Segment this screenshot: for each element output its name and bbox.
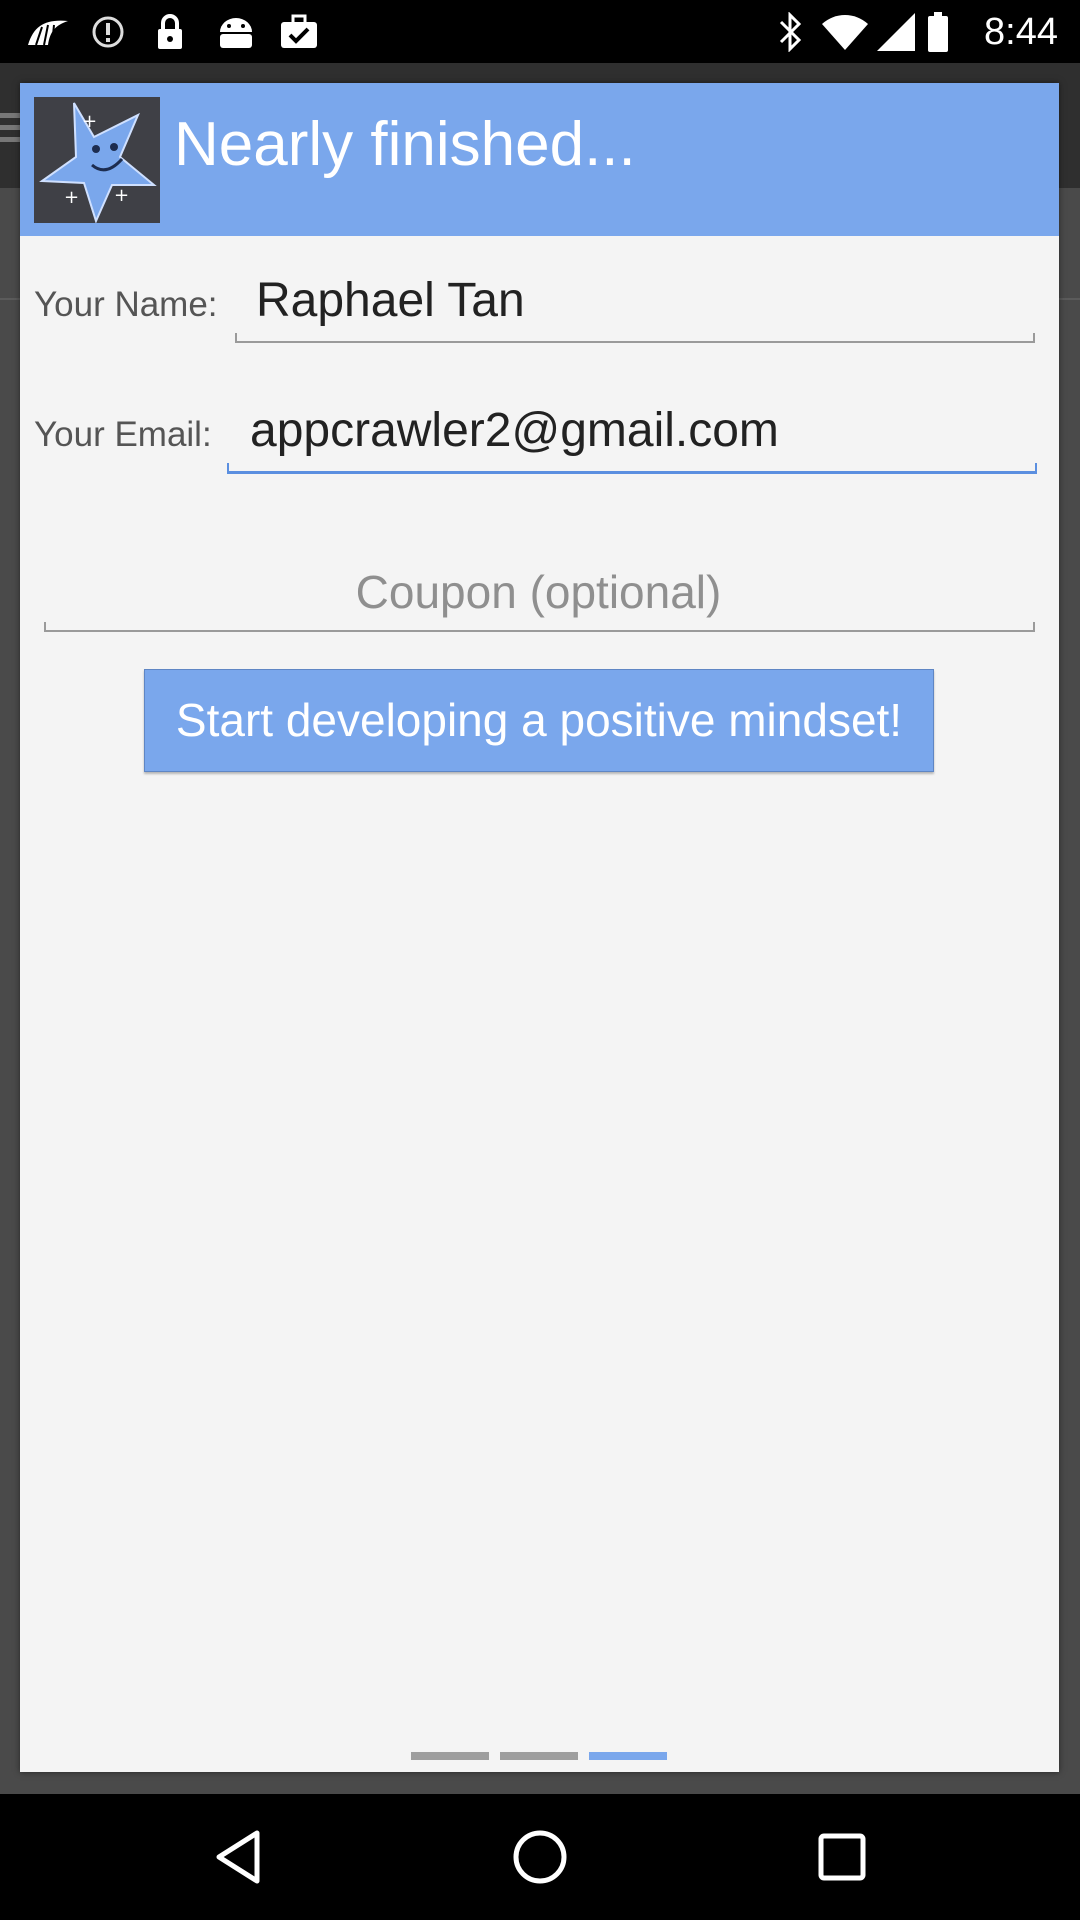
dialog-title: Nearly finished... bbox=[174, 110, 636, 179]
page-indicator-3 bbox=[589, 1752, 667, 1760]
sync-icon bbox=[88, 12, 128, 52]
navigation-bar bbox=[0, 1794, 1080, 1920]
android-icon bbox=[214, 12, 258, 52]
start-button[interactable]: Start developing a positive mindset! bbox=[144, 669, 934, 772]
page-indicator-2 bbox=[500, 1752, 578, 1760]
name-label: Your Name: bbox=[34, 285, 218, 324]
coupon-placeholder[interactable]: Coupon (optional) bbox=[42, 563, 1035, 621]
svg-text:+: + bbox=[64, 187, 79, 208]
svg-text:+: + bbox=[114, 185, 129, 206]
svg-text:+: + bbox=[82, 111, 97, 132]
dialog-header: + + + Nearly finished... bbox=[20, 83, 1059, 236]
star-mascot-icon: + + + bbox=[34, 97, 160, 224]
page-indicator-1 bbox=[411, 1752, 489, 1760]
email-field-value[interactable]: appcrawler2@gmail.com bbox=[250, 401, 779, 461]
bird-notification-icon bbox=[26, 12, 70, 52]
signal-icon bbox=[876, 12, 916, 52]
recents-icon[interactable] bbox=[804, 1819, 880, 1895]
home-icon[interactable] bbox=[502, 1819, 578, 1895]
status-bar: 8:44 bbox=[0, 0, 1080, 63]
bluetooth-icon bbox=[776, 12, 806, 52]
lock-icon bbox=[152, 12, 188, 52]
status-time: 8:44 bbox=[984, 11, 1058, 53]
name-field-value[interactable]: Raphael Tan bbox=[256, 271, 525, 331]
briefcase-check-icon bbox=[278, 12, 320, 52]
signup-dialog: + + + Nearly finished... Your Name: Raph… bbox=[20, 83, 1059, 1772]
wifi-icon bbox=[822, 12, 868, 52]
battery-icon bbox=[926, 12, 950, 52]
back-icon[interactable] bbox=[200, 1819, 276, 1895]
email-label: Your Email: bbox=[34, 415, 212, 454]
